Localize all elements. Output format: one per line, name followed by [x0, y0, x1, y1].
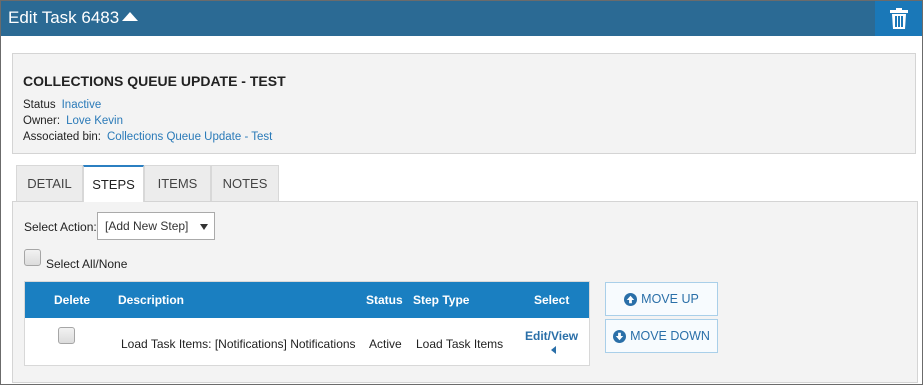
delete-task-button[interactable]: [875, 1, 922, 36]
table-header: Delete Description Status Step Type Sele…: [25, 282, 589, 318]
row-step-type: Load Task Items: [416, 337, 504, 351]
trash-icon: [889, 8, 908, 29]
move-down-button[interactable]: MOVE DOWN: [605, 319, 718, 353]
page-title: Edit Task 6483: [8, 8, 120, 27]
caret-up-icon[interactable]: [122, 12, 138, 21]
tab-notes[interactable]: NOTES: [211, 165, 279, 201]
steps-table: Delete Description Status Step Type Sele…: [24, 281, 590, 366]
dropdown-arrow-icon: [200, 224, 208, 230]
bin-row: Associated bin: Collections Queue Update …: [23, 131, 272, 143]
tab-steps[interactable]: STEPS: [83, 165, 144, 202]
task-info-panel: COLLECTIONS QUEUE UPDATE - TEST Status In…: [12, 53, 916, 154]
select-action-dropdown[interactable]: [Add New Step]: [97, 212, 215, 240]
arrow-circle-up-icon: [624, 292, 638, 306]
status-row: Status Inactive: [23, 99, 101, 111]
edit-task-window: Edit Task 6483 COLLECTIONS QUEUE UPDATE …: [0, 0, 923, 385]
bin-link[interactable]: Collections Queue Update - Test: [107, 131, 272, 143]
move-down-label: MOVE DOWN: [630, 329, 710, 343]
column-header-select: Select: [534, 293, 570, 307]
column-header-step-type: Step Type: [413, 293, 470, 307]
column-header-description: Description: [118, 293, 185, 307]
column-header-delete: Delete: [54, 293, 91, 307]
arrow-circle-down-icon: [613, 329, 627, 343]
select-action-label: Select Action:: [24, 220, 97, 234]
move-up-label: MOVE UP: [641, 292, 699, 306]
status-label: Status: [23, 99, 56, 111]
steps-panel: Select Action: [Add New Step] Select All…: [12, 201, 918, 383]
row-status: Active: [369, 337, 402, 351]
tab-items[interactable]: ITEMS: [144, 165, 211, 201]
task-name: COLLECTIONS QUEUE UPDATE - TEST: [23, 73, 286, 89]
select-action-value: [Add New Step]: [105, 219, 189, 233]
column-header-status: Status: [366, 293, 403, 307]
row-description: Load Task Items: [Notifications] Notific…: [121, 337, 356, 351]
owner-row: Owner: Love Kevin: [23, 115, 123, 127]
edit-view-link[interactable]: Edit/View: [525, 329, 578, 343]
row-delete-checkbox[interactable]: [58, 327, 75, 344]
owner-label: Owner:: [23, 115, 61, 127]
title-bar: Edit Task 6483: [1, 1, 922, 36]
caret-left-icon[interactable]: [551, 346, 556, 354]
owner-link[interactable]: Love Kevin: [66, 115, 123, 127]
bin-label: Associated bin:: [23, 131, 101, 143]
select-all-label: Select All/None: [46, 257, 128, 271]
move-up-button[interactable]: MOVE UP: [605, 282, 718, 316]
status-value: Inactive: [61, 99, 102, 111]
tab-detail[interactable]: DETAIL: [16, 165, 83, 201]
select-all-checkbox[interactable]: [24, 249, 41, 266]
